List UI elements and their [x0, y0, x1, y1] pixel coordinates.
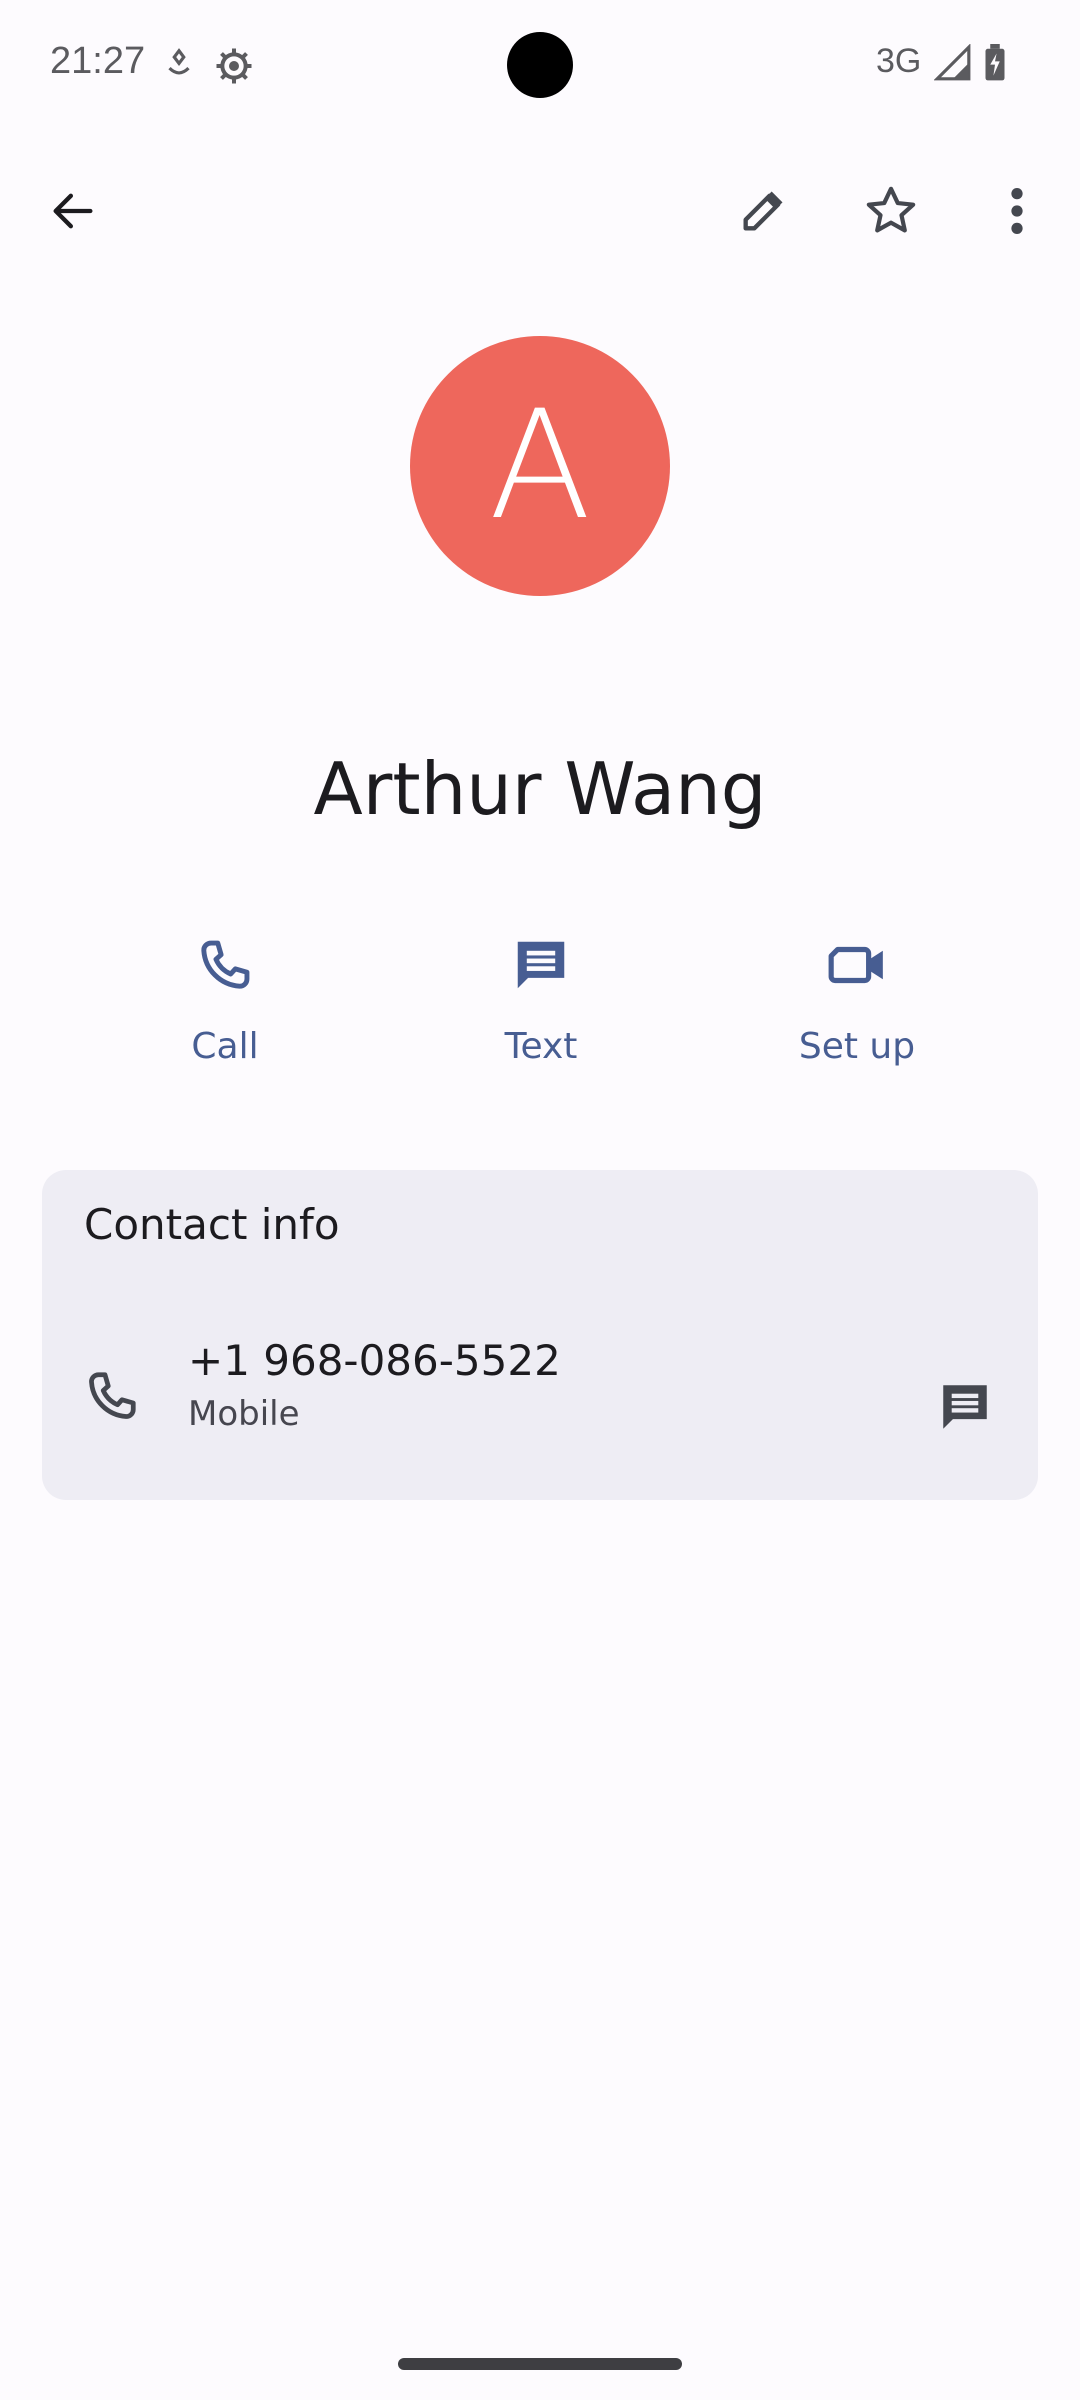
status-time: 21:27 — [50, 40, 146, 82]
phone-icon — [194, 934, 256, 996]
signal-icon — [933, 43, 972, 82]
contact-info-card: Contact info +1 968-086-5522 Mobile — [42, 1170, 1038, 1500]
call-action-label: Call — [191, 1026, 259, 1067]
text-action-label: Text — [504, 1026, 578, 1067]
videocam-icon — [826, 934, 888, 996]
text-action-button[interactable]: Text — [384, 890, 698, 1102]
star-outline-icon — [863, 183, 919, 239]
phone-icon — [82, 1366, 142, 1431]
location-icon — [160, 46, 198, 84]
video-setup-action-button[interactable]: Set up — [700, 890, 1014, 1102]
contact-name: Arthur Wang — [313, 747, 767, 831]
back-button[interactable] — [0, 138, 146, 284]
contact-avatar: A — [410, 336, 670, 596]
send-message-button[interactable] — [902, 1344, 1028, 1470]
pencil-icon — [737, 185, 789, 237]
settings-gear-icon — [214, 46, 252, 84]
arrow-back-icon — [47, 185, 99, 237]
battery-charging-icon — [982, 44, 1020, 82]
edit-button[interactable] — [700, 148, 826, 274]
phone-number: +1 968-086-5522 — [188, 1336, 561, 1385]
more-vert-icon — [1007, 185, 1027, 237]
phone-type-label: Mobile — [188, 1394, 300, 1434]
favorite-button[interactable] — [828, 148, 954, 274]
contact-info-title: Contact info — [84, 1200, 340, 1249]
message-icon — [936, 1378, 994, 1436]
status-bar: 21:27 3G — [0, 0, 1080, 128]
more-options-button[interactable] — [954, 148, 1080, 274]
home-gesture-bar[interactable] — [398, 2358, 682, 2370]
avatar-initial: A — [488, 379, 592, 553]
phone-entry-row[interactable]: +1 968-086-5522 Mobile — [42, 1314, 1038, 1500]
video-setup-action-label: Set up — [798, 1026, 916, 1067]
call-action-button[interactable]: Call — [68, 890, 382, 1102]
message-icon — [510, 934, 572, 996]
camera-cutout — [507, 32, 573, 98]
network-type: 3G — [876, 42, 922, 80]
